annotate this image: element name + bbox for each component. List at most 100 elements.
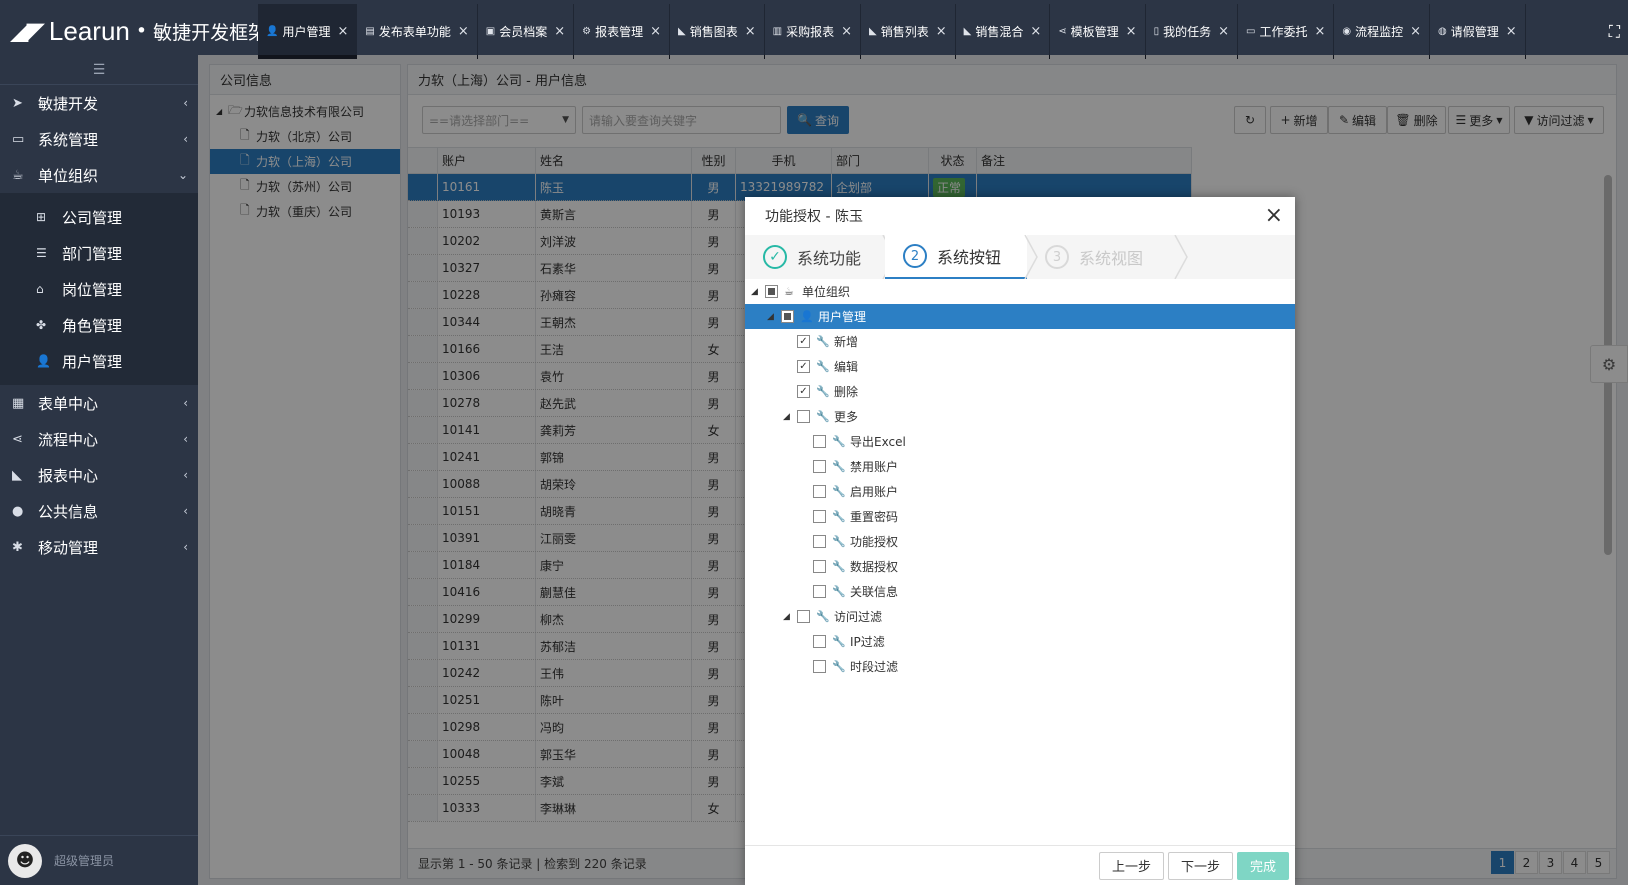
sidebar-item-敏捷开发[interactable]: ➤ 敏捷开发 ‹: [0, 85, 198, 121]
close-icon[interactable]: ×: [650, 24, 661, 39]
permission-checkbox[interactable]: [813, 560, 826, 573]
permission-checkbox[interactable]: [813, 535, 826, 548]
tab-采购报表[interactable]: ▥ 采购报表 ×: [765, 4, 862, 59]
tree-node-IP过滤[interactable]: 🔧 IP过滤: [745, 629, 1295, 654]
tree-node-重置密码[interactable]: 🔧 重置密码: [745, 504, 1295, 529]
tab-请假管理[interactable]: ◍ 请假管理 ×: [1430, 4, 1526, 59]
permission-checkbox[interactable]: [813, 485, 826, 498]
tab-销售混合[interactable]: ◣ 销售混合 ×: [956, 4, 1051, 59]
tree-node-关联信息[interactable]: 🔧 关联信息: [745, 579, 1295, 604]
close-icon[interactable]: ×: [337, 24, 348, 39]
tab-用户管理[interactable]: 👤 用户管理 ×: [258, 4, 358, 59]
tab-发布表单功能[interactable]: ▤ 发布表单功能 ×: [357, 4, 478, 59]
collapse-arrow-icon[interactable]: ◢: [767, 312, 781, 322]
permission-checkbox[interactable]: ✓: [797, 385, 810, 398]
close-icon[interactable]: ×: [1218, 24, 1229, 39]
permission-checkbox[interactable]: ✓: [797, 335, 810, 348]
tab-报表管理[interactable]: ⚙ 报表管理 ×: [574, 4, 671, 59]
permission-checkbox[interactable]: [765, 285, 778, 298]
collapse-arrow-icon[interactable]: ◢: [783, 612, 797, 622]
sidebar-subitem-岗位管理[interactable]: ⌂ 岗位管理: [0, 271, 198, 307]
close-icon[interactable]: ×: [1314, 24, 1325, 39]
close-icon[interactable]: ×: [1506, 24, 1517, 39]
wrench-icon: 🔧: [816, 610, 830, 623]
tree-node-用户管理[interactable]: ◢ 👤 用户管理: [745, 304, 1295, 329]
sidebar-subitem-角色管理[interactable]: ✤ 角色管理: [0, 307, 198, 343]
tab-我的任务[interactable]: ▯ 我的任务 ×: [1146, 4, 1239, 59]
tree-node-导出Excel[interactable]: 🔧 导出Excel: [745, 429, 1295, 454]
wrench-icon: 🔧: [832, 485, 846, 498]
wizard-step-系统视图[interactable]: 3 系统视图: [1027, 235, 1177, 279]
permission-checkbox[interactable]: [813, 585, 826, 598]
close-icon[interactable]: ×: [936, 24, 947, 39]
prev-step-button[interactable]: 上一步: [1098, 851, 1164, 880]
sidebar-item-单位组织[interactable]: ☕ 单位组织 ⌄: [0, 157, 198, 193]
permission-checkbox[interactable]: [813, 635, 826, 648]
sidebar-item-公共信息[interactable]: ● 公共信息 ‹: [0, 493, 198, 529]
tree-node-更多[interactable]: ◢ 🔧 更多: [745, 404, 1295, 429]
wizard-step-系统功能[interactable]: ✓ 系统功能: [745, 235, 885, 279]
tree-node-删除[interactable]: ✓ 🔧 删除: [745, 379, 1295, 404]
tree-node-访问过滤[interactable]: ◢ 🔧 访问过滤: [745, 604, 1295, 629]
close-icon[interactable]: ×: [1030, 24, 1041, 39]
step-number: 3: [1045, 245, 1069, 269]
close-icon[interactable]: ×: [554, 24, 565, 39]
tab-销售图表[interactable]: ◣ 销售图表 ×: [670, 4, 765, 59]
sidebar-item-移动管理[interactable]: ✱ 移动管理 ‹: [0, 529, 198, 565]
collapse-arrow-icon[interactable]: ◢: [751, 287, 765, 297]
tab-流程监控[interactable]: ◉ 流程监控 ×: [1334, 4, 1431, 59]
sidebar-subitem-用户管理[interactable]: 👤 用户管理: [0, 343, 198, 379]
step-separator-icon: [1174, 235, 1188, 279]
tree-node-label: 启用账户: [850, 485, 899, 499]
close-icon[interactable]: ×: [745, 24, 756, 39]
permission-checkbox[interactable]: [781, 310, 794, 323]
tree-node-数据授权[interactable]: 🔧 数据授权: [745, 554, 1295, 579]
permission-checkbox[interactable]: [797, 410, 810, 423]
tab-会员档案[interactable]: ▣ 会员档案 ×: [478, 4, 575, 59]
tree-node-新增[interactable]: ✓ 🔧 新增: [745, 329, 1295, 354]
tab-label: 请假管理: [1450, 25, 1499, 39]
tree-node-禁用账户[interactable]: 🔧 禁用账户: [745, 454, 1295, 479]
close-icon[interactable]: ×: [458, 24, 469, 39]
sidebar-item-报表中心[interactable]: ◣ 报表中心 ‹: [0, 457, 198, 493]
area-chart-icon: ◣: [963, 26, 972, 37]
permission-checkbox[interactable]: [813, 660, 826, 673]
permission-checkbox[interactable]: [813, 435, 826, 448]
fullscreen-icon[interactable]: ⛶: [1609, 22, 1620, 42]
menu-toggle-icon[interactable]: ☰: [0, 55, 198, 85]
sidebar-item-label: 流程中心: [38, 430, 99, 449]
wrench-icon: 🔧: [832, 585, 846, 598]
tree-node-编辑[interactable]: ✓ 🔧 编辑: [745, 354, 1295, 379]
user-icon: 👤: [36, 354, 51, 368]
sidebar-item-流程中心[interactable]: ⋖ 流程中心 ‹: [0, 421, 198, 457]
tree-node-单位组织[interactable]: ◢ ☕ 单位组织: [745, 279, 1295, 304]
modal-title: 功能授权 - 陈玉: [765, 209, 863, 225]
close-icon[interactable]: ×: [1126, 24, 1137, 39]
tab-模板管理[interactable]: ⋖ 模板管理 ×: [1050, 4, 1146, 59]
next-step-button[interactable]: 下一步: [1167, 851, 1233, 880]
tree-node-功能授权[interactable]: 🔧 功能授权: [745, 529, 1295, 554]
permission-checkbox[interactable]: [813, 510, 826, 523]
tab-销售列表[interactable]: ◣ 销售列表 ×: [861, 4, 956, 59]
sidebar-item-系统管理[interactable]: ▭ 系统管理 ‹: [0, 121, 198, 157]
tree-node-时段过滤[interactable]: 🔧 时段过滤: [745, 654, 1295, 679]
permission-checkbox[interactable]: [813, 460, 826, 473]
current-user[interactable]: ☻ 超级管理员: [0, 835, 198, 885]
app-logo[interactable]: ◢◤ Learun • 敏捷开发框架: [10, 14, 267, 48]
close-icon[interactable]: ×: [1265, 203, 1283, 228]
wrench-icon: 🔧: [832, 435, 846, 448]
sidebar-subitem-公司管理[interactable]: ⊞ 公司管理: [0, 199, 198, 235]
wizard-step-系统按钮[interactable]: 2 系统按钮: [885, 235, 1027, 279]
sidebar-item-表单中心[interactable]: ▦ 表单中心 ‹: [0, 385, 198, 421]
finish-button[interactable]: 完成: [1236, 851, 1289, 880]
sidebar-subitem-部门管理[interactable]: ☰ 部门管理: [0, 235, 198, 271]
permission-checkbox[interactable]: [797, 610, 810, 623]
tab-label: 发布表单功能: [378, 25, 451, 39]
permission-checkbox[interactable]: ✓: [797, 360, 810, 373]
collapse-arrow-icon[interactable]: ◢: [783, 412, 797, 422]
tab-工作委托[interactable]: ▭ 工作委托 ×: [1238, 4, 1335, 59]
sidebar-item-label: 单位组织: [38, 166, 99, 185]
tree-node-启用账户[interactable]: 🔧 启用账户: [745, 479, 1295, 504]
close-icon[interactable]: ×: [841, 24, 852, 39]
close-icon[interactable]: ×: [1410, 24, 1421, 39]
